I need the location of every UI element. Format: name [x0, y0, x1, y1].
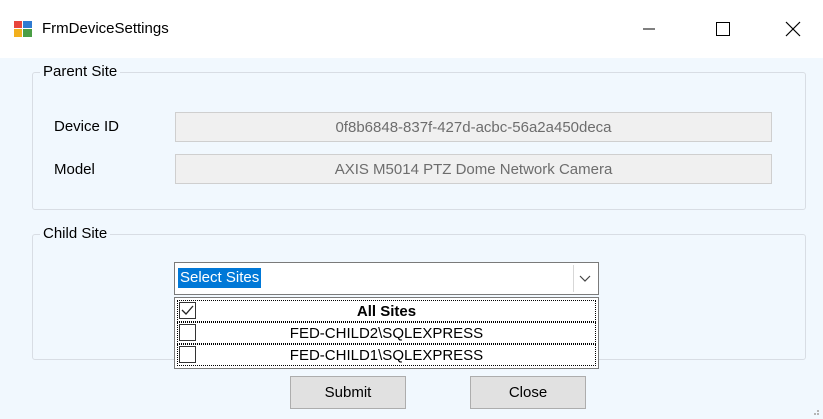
list-item-fed-child1[interactable]: FED-CHILD1\SQLEXPRESS: [177, 344, 596, 366]
child-site-legend: Child Site: [40, 225, 111, 242]
model-label: Model: [54, 161, 95, 178]
sites-dropdown-list[interactable]: All Sites FED-CHILD2\SQLEXPRESS FED-CHIL…: [174, 297, 599, 369]
maximize-icon: [716, 22, 730, 36]
device-id-field[interactable]: 0f8b6848-837f-427d-acbc-56a2a450deca: [175, 112, 772, 142]
combo-dropdown-button[interactable]: [573, 265, 596, 292]
chevron-down-icon: [579, 275, 591, 282]
parent-site-legend: Parent Site: [40, 63, 121, 80]
list-item-label: FED-CHILD1\SQLEXPRESS: [289, 347, 484, 364]
list-item-label: All Sites: [356, 303, 417, 320]
title-bar[interactable]: FrmDeviceSettings: [0, 0, 823, 58]
minimize-icon: [643, 28, 655, 30]
model-field[interactable]: AXIS M5014 PTZ Dome Network Camera: [175, 154, 772, 184]
device-id-label: Device ID: [54, 118, 120, 135]
close-button[interactable]: Close: [470, 376, 586, 409]
window-title: FrmDeviceSettings: [42, 20, 169, 37]
form-client-area: Parent Site Device ID 0f8b6848-837f-427d…: [0, 58, 823, 419]
sites-combo[interactable]: Select Sites: [174, 262, 599, 295]
list-item-all-sites[interactable]: All Sites: [177, 300, 596, 322]
windows-form-icon: [14, 21, 32, 37]
sites-combo-text[interactable]: Select Sites: [178, 268, 262, 288]
close-icon: [785, 21, 801, 37]
maximize-button[interactable]: [700, 14, 746, 44]
submit-button[interactable]: Submit: [290, 376, 406, 409]
list-item-fed-child2[interactable]: FED-CHILD2\SQLEXPRESS: [177, 322, 596, 344]
resize-grip-icon[interactable]: [810, 406, 820, 416]
list-item-label: FED-CHILD2\SQLEXPRESS: [289, 325, 484, 342]
minimize-button[interactable]: [626, 14, 672, 44]
close-window-button[interactable]: [770, 14, 816, 44]
